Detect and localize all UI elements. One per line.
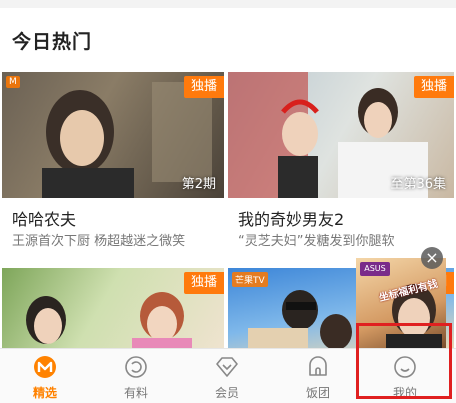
refresh-circle-icon (125, 356, 147, 378)
diamond-heart-icon (216, 357, 238, 377)
exclusive-badge: 独播 (413, 76, 454, 98)
episode-label: 至第36集 (390, 177, 446, 192)
channel-logo: 芒果TV (232, 272, 268, 287)
top-divider (0, 0, 456, 8)
exclusive-badge: 独播 (183, 76, 224, 98)
video-card-wodeqimiaonanyou[interactable]: 独播 至第36集 我的奇妙男友2 “灵芝夫妇”发糖发到你腿软 (228, 72, 454, 252)
tab-label: 饭团 (305, 386, 330, 400)
video-card-hahanongfu[interactable]: M 独播 第2期 哈哈农夫 王源首次下厨 杨超越迷之微笑 (2, 72, 224, 252)
tab-huiyuan[interactable]: 会员 (182, 349, 272, 403)
tab-label: 精选 (32, 386, 57, 400)
house-circle-icon (309, 356, 327, 376)
tab-label: 有料 (123, 386, 148, 400)
section-title: 今日热门 (12, 31, 93, 53)
video-subtitle: 王源首次下厨 杨超越迷之微笑 (12, 234, 186, 249)
tab-jingxuan[interactable]: 精选 (0, 349, 90, 403)
channel-logo: M (6, 76, 20, 88)
ad-close-button[interactable]: × (421, 247, 443, 269)
exclusive-badge: 独播 (183, 272, 224, 294)
episode-label: 第2期 (181, 177, 216, 192)
tab-fantuan[interactable]: 饭团 (273, 349, 363, 403)
video-thumbnail[interactable]: 独播 (2, 268, 224, 348)
video-title[interactable]: 我的奇妙男友2 (238, 206, 344, 230)
video-thumbnail[interactable]: M 独播 第2期 (2, 72, 224, 198)
tab-youliao[interactable]: 有料 (91, 349, 181, 403)
ad-brand-logo: ASUS (360, 262, 390, 276)
mango-logo-icon (34, 356, 56, 378)
highlight-box (356, 323, 452, 399)
video-subtitle: “灵芝夫妇”发糖发到你腿软 (238, 234, 395, 249)
video-thumbnail[interactable]: 独播 至第36集 (228, 72, 454, 198)
video-card-3[interactable]: 独播 (2, 268, 224, 348)
tab-label: 会员 (214, 386, 239, 400)
video-title[interactable]: 哈哈农夫 (12, 206, 76, 230)
